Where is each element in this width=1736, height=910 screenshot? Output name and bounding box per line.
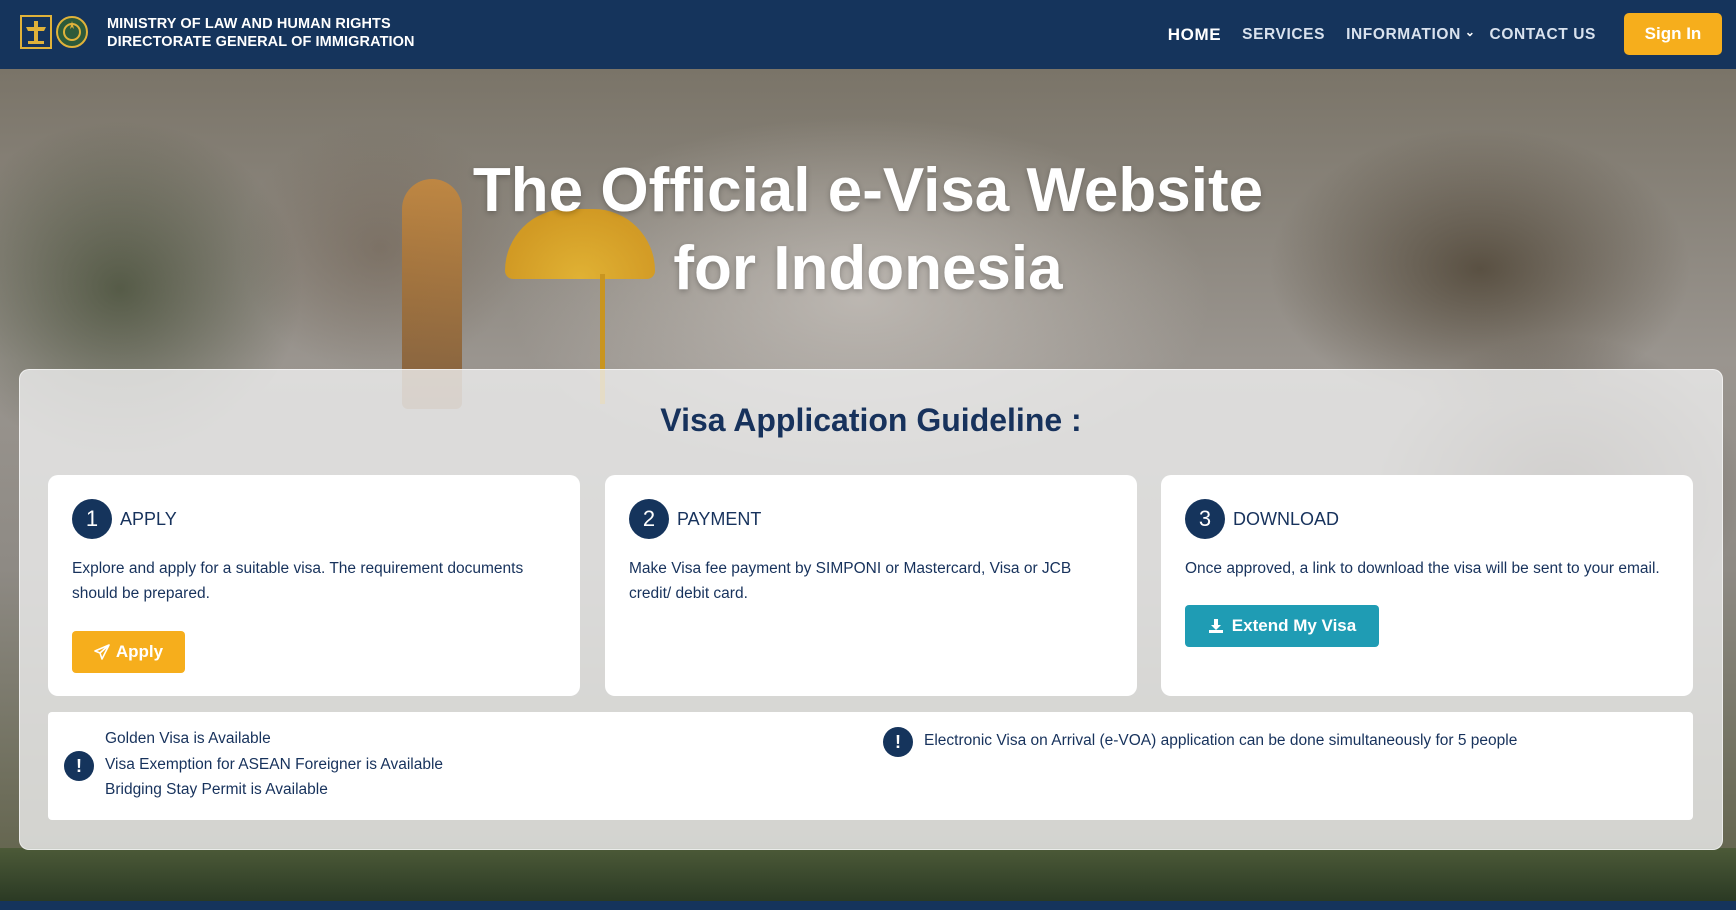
step-number-badge: 1 (72, 499, 112, 539)
immigration-logo-icon (56, 16, 88, 48)
brand-text[interactable]: MINISTRY OF LAW AND HUMAN RIGHTS DIRECTO… (107, 15, 415, 51)
step-description: Once approved, a link to download the vi… (1185, 560, 1660, 577)
step-title: DOWNLOAD (1233, 508, 1340, 529)
step-description: Explore and apply for a suitable visa. T… (72, 560, 524, 602)
top-navbar: MINISTRY OF LAW AND HUMAN RIGHTS DIRECTO… (0, 0, 1736, 69)
step-number-badge: 2 (629, 499, 669, 539)
footer-strip (0, 901, 1736, 910)
exclamation-icon: ! (64, 751, 94, 781)
step-header: 3 DOWNLOAD (1185, 499, 1339, 539)
logo-group[interactable] (20, 15, 88, 49)
step-title: PAYMENT (677, 508, 762, 529)
step-card-payment: 2 PAYMENT Make Visa fee payment by SIMPO… (605, 475, 1137, 696)
step-number-badge: 3 (1185, 499, 1225, 539)
evoa-announcement: Electronic Visa on Arrival (e-VOA) appli… (924, 732, 1518, 749)
guideline-title: Visa Application Guideline : (660, 402, 1082, 438)
nav-information[interactable]: INFORMATION ⌄ (1346, 24, 1476, 44)
chevron-down-icon: ⌄ (1464, 24, 1476, 39)
paper-plane-icon (94, 644, 110, 660)
step-description: Make Visa fee payment by SIMPONI or Mast… (629, 560, 1072, 602)
main-nav: HOME SERVICES INFORMATION ⌄ CONTACT US (1147, 0, 1596, 69)
ministry-logo-icon (20, 15, 52, 49)
guideline-panel: Visa Application Guideline : 1 APPLY Exp… (19, 369, 1723, 850)
apply-button-label: Apply (115, 642, 164, 661)
extend-my-visa-label: Extend My Visa (1231, 616, 1357, 635)
announcement-list: Golden Visa is Available Visa Exemption … (105, 726, 443, 803)
brand-line-2: DIRECTORATE GENERAL OF IMMIGRATION (107, 34, 415, 50)
announcement-bar: ! Golden Visa is Available Visa Exemptio… (48, 712, 1693, 820)
step-header: 1 APPLY (72, 499, 177, 539)
sign-in-button[interactable]: Sign In (1624, 13, 1722, 55)
hero-title-line-2: for Indonesia (673, 234, 1063, 303)
announcement-item: Bridging Stay Permit is Available (105, 781, 328, 798)
extend-my-visa-button[interactable]: Extend My Visa (1185, 605, 1379, 647)
hero-ground-decoration (0, 848, 1736, 901)
step-card-download: 3 DOWNLOAD Once approved, a link to down… (1161, 475, 1693, 696)
step-header: 2 PAYMENT (629, 499, 761, 539)
nav-services[interactable]: SERVICES (1242, 26, 1325, 44)
exclamation-icon: ! (883, 727, 913, 757)
nav-home[interactable]: HOME (1168, 25, 1221, 45)
hero-title-line-1: The Official e-Visa Website (472, 156, 1264, 225)
download-icon (1208, 619, 1223, 633)
brand-line-1: MINISTRY OF LAW AND HUMAN RIGHTS (107, 16, 391, 32)
nav-information-label: INFORMATION (1346, 25, 1461, 43)
announcement-item: Golden Visa is Available (105, 730, 271, 747)
nav-contact-us[interactable]: CONTACT US (1490, 26, 1596, 44)
step-card-apply: 1 APPLY Explore and apply for a suitable… (48, 475, 580, 696)
announcement-item: Visa Exemption for ASEAN Foreigner is Av… (105, 755, 444, 773)
apply-button[interactable]: Apply (72, 631, 185, 673)
hero-title: The Official e-Visa Website for Indonesi… (0, 152, 1736, 308)
step-title: APPLY (120, 508, 177, 529)
